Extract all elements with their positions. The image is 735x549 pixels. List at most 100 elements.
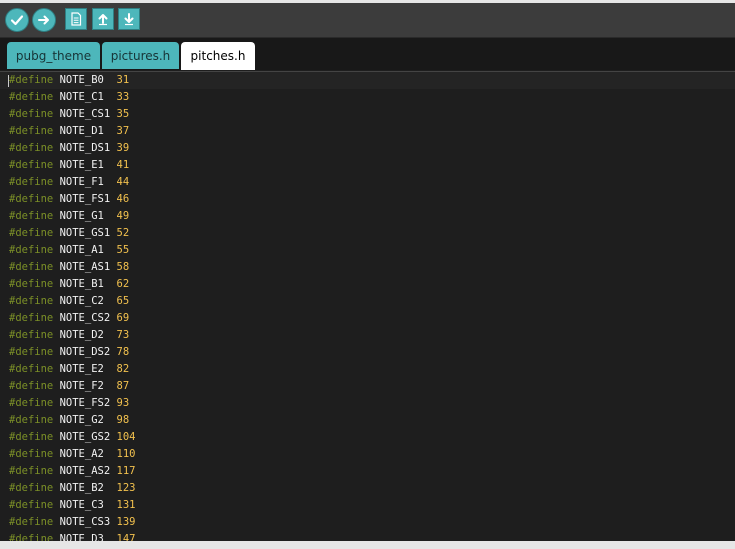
macro-name: NOTE_F1 [59,176,104,188]
code-line: #define NOTE_DS1 39 [9,140,129,157]
upload-button[interactable] [32,8,56,32]
define-keyword: #define [9,295,54,307]
macro-value: 33 [116,91,130,103]
window-bottom-edge [0,541,735,549]
tab-pictures-h[interactable]: pictures.h [102,42,179,69]
macro-value: 39 [116,142,130,154]
macro-value: 123 [116,482,136,494]
define-keyword: #define [9,482,54,494]
macro-name: NOTE_D2 [59,329,104,341]
code-line: #define NOTE_E2 82 [9,361,129,378]
code-line: #define NOTE_GS2 104 [9,429,135,446]
tab-pitches-h[interactable]: pitches.h [181,42,255,70]
tab-bar: pubg_theme pictures.h pitches.h [0,38,735,70]
tab-pubg-theme[interactable]: pubg_theme [7,42,100,69]
macro-name: NOTE_GS1 [59,227,111,239]
macro-value: 104 [116,431,136,443]
macro-name: NOTE_AS2 [59,465,111,477]
macro-name: NOTE_G1 [59,210,104,222]
macro-value: 110 [116,448,136,460]
define-keyword: #define [9,380,54,392]
save-button[interactable] [118,8,140,30]
macro-value: 69 [116,312,130,324]
define-keyword: #define [9,244,54,256]
macro-name: NOTE_FS2 [59,397,111,409]
define-keyword: #define [9,312,54,324]
code-line: #define NOTE_CS2 69 [9,310,129,327]
macro-name: NOTE_C2 [59,295,104,307]
macro-name: NOTE_CS2 [59,312,111,324]
arrow-up-icon [98,14,108,26]
checkmark-icon [10,15,24,26]
code-line: #define NOTE_CS3 139 [9,514,135,531]
macro-name: NOTE_D1 [59,125,104,137]
macro-value: 62 [116,278,130,290]
macro-value: 35 [116,108,130,120]
macro-name: NOTE_B2 [59,482,104,494]
macro-value: 55 [116,244,130,256]
macro-value: 41 [116,159,130,171]
macro-value: 87 [116,380,130,392]
code-line: #define NOTE_G2 98 [9,412,129,429]
define-keyword: #define [9,159,54,171]
define-keyword: #define [9,210,54,222]
macro-value: 49 [116,210,130,222]
define-keyword: #define [9,448,54,460]
macro-name: NOTE_C1 [59,91,104,103]
verify-button[interactable] [5,8,29,32]
code-line: #define NOTE_A2 110 [9,446,135,463]
macro-value: 98 [116,414,130,426]
code-line: #define NOTE_A1 55 [9,242,129,259]
arrow-down-icon [124,13,134,26]
code-line: #define NOTE_C3 131 [9,497,135,514]
macro-value: 93 [116,397,130,409]
code-line: #define NOTE_E1 41 [9,157,129,174]
macro-value: 73 [116,329,130,341]
toolbar [0,3,735,38]
define-keyword: #define [9,499,54,511]
define-keyword: #define [9,516,54,528]
macro-value: 78 [116,346,130,358]
code-line: #define NOTE_GS1 52 [9,225,129,242]
code-line: #define NOTE_B2 123 [9,480,135,497]
define-keyword: #define [9,227,54,239]
macro-name: NOTE_C3 [59,499,104,511]
macro-value: 65 [116,295,130,307]
code-line: #define NOTE_B0 31 [0,72,735,89]
macro-name: NOTE_E2 [59,363,104,375]
macro-name: NOTE_F2 [59,380,104,392]
macro-name: NOTE_G2 [59,414,104,426]
code-editor[interactable]: #define NOTE_B0 31 #define NOTE_C1 33 #def… [0,71,735,542]
define-keyword: #define [9,91,54,103]
define-keyword: #define [9,363,54,375]
define-keyword: #define [9,397,54,409]
macro-name: NOTE_B1 [59,278,104,290]
define-keyword: #define [9,465,54,477]
define-keyword: #define [9,278,54,290]
macro-value: 58 [116,261,130,273]
define-keyword: #define [9,142,54,154]
macro-value: 46 [116,193,130,205]
macro-value: 82 [116,363,130,375]
macro-value: 131 [116,499,136,511]
code-line: #define NOTE_FS2 93 [9,395,129,412]
macro-name: NOTE_A2 [59,448,104,460]
define-keyword: #define [9,125,54,137]
code-line: #define NOTE_B1 62 [9,276,129,293]
macro-value: 37 [116,125,130,137]
macro-name: NOTE_A1 [59,244,104,256]
define-keyword: #define [9,193,54,205]
arrow-right-icon [38,15,49,25]
code-line: #define NOTE_DS2 78 [9,344,129,361]
code-line: #define NOTE_FS1 46 [9,191,129,208]
open-button[interactable] [92,8,114,30]
macro-value: 31 [116,74,130,86]
define-keyword: #define [9,108,54,120]
macro-name: NOTE_CS1 [59,108,111,120]
macro-name: NOTE_E1 [59,159,104,171]
new-button[interactable] [65,8,87,30]
macro-value: 52 [116,227,130,239]
define-keyword: #define [9,414,54,426]
macro-name: NOTE_B0 [59,74,104,86]
macro-name: NOTE_DS1 [59,142,111,154]
